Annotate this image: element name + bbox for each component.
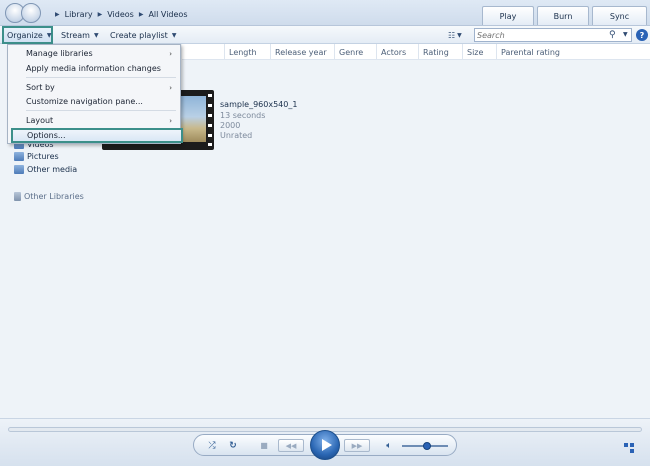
create-playlist-button[interactable]: Create playlist ▼ [107, 26, 179, 44]
sidebar-item-label: Other Libraries [24, 191, 84, 201]
breadcrumb-library[interactable]: Library [65, 10, 93, 19]
menu-item-layout[interactable]: Layout › [8, 114, 180, 127]
create-playlist-label: Create playlist [110, 30, 168, 40]
view-square [630, 449, 634, 453]
search-icon[interactable]: ⚲ [609, 30, 616, 40]
column-actors[interactable]: Actors [376, 44, 418, 60]
column-genre[interactable]: Genre [334, 44, 376, 60]
menu-item-sort-by[interactable]: Sort by › [8, 81, 180, 94]
tab-sync[interactable]: Sync [592, 6, 647, 25]
repeat-icon[interactable]: ↻ [227, 439, 239, 452]
volume-icon[interactable]: 🔈︎ [382, 439, 396, 452]
forward-button[interactable] [21, 3, 41, 23]
column-headers: Length Release year Genre Actors Rating … [182, 44, 650, 60]
column-release-year[interactable]: Release year [270, 44, 334, 60]
breadcrumb: ▶ Library ▶ Videos ▶ All Videos [55, 7, 188, 21]
sidebar-item-other-media[interactable]: Other media [14, 163, 77, 175]
menu-item-label: Sort by [26, 83, 55, 92]
film-sprocket [208, 143, 212, 146]
help-icon[interactable]: ? [636, 29, 648, 41]
player-controls-bar: ⤮ ↻ ■ ◀◀ ▶▶ 🔈︎ [0, 418, 650, 466]
other-media-icon [14, 164, 24, 174]
chevron-right-icon: ▶ [138, 10, 144, 18]
other-libraries-icon [14, 191, 21, 201]
column-parental-rating[interactable]: Parental rating [496, 44, 606, 60]
search-box[interactable]: ⚲ ▼ [474, 28, 632, 42]
menu-item-manage-libraries[interactable]: Manage libraries › [8, 47, 180, 60]
playback-controls: ⤮ ↻ ■ ◀◀ ▶▶ 🔈︎ [193, 430, 457, 460]
film-sprocket [208, 94, 212, 97]
media-year: 2000 [220, 121, 241, 130]
stream-label: Stream [61, 30, 90, 40]
previous-button[interactable]: ◀◀ [278, 439, 304, 452]
sidebar-item-pictures[interactable]: Pictures [14, 150, 59, 162]
caret-down-icon: ▼ [457, 31, 462, 39]
view-square [624, 443, 628, 447]
tab-play[interactable]: Play [482, 6, 534, 25]
menu-separator [26, 77, 176, 78]
menu-item-customize-nav-pane[interactable]: Customize navigation pane... [8, 95, 180, 108]
submenu-arrow-icon: › [169, 49, 172, 58]
caret-down-icon: ▼ [93, 31, 99, 39]
media-duration: 13 seconds [220, 111, 266, 120]
film-sprocket [208, 124, 212, 127]
menu-item-options[interactable]: Options... [11, 128, 183, 143]
picture-library-icon [14, 151, 24, 161]
volume-slider-thumb[interactable] [423, 442, 432, 450]
menu-item-apply-media-info[interactable]: Apply media information changes [8, 62, 180, 75]
stream-button[interactable]: Stream ▼ [58, 26, 102, 44]
play-button[interactable] [310, 430, 340, 460]
view-list-icon: ☷ [448, 30, 456, 40]
menu-item-label: Layout [26, 116, 54, 125]
switch-to-now-playing-icon[interactable] [624, 443, 636, 453]
breadcrumb-all-videos[interactable]: All Videos [148, 10, 187, 19]
search-input[interactable] [477, 29, 605, 41]
menu-item-label: Customize navigation pane... [26, 97, 143, 106]
view-options-button[interactable]: ☷ ▼ [448, 28, 470, 42]
play-icon [321, 439, 332, 451]
toolbar: Organize ▼ Stream ▼ Create playlist ▼ ☷ … [0, 26, 650, 44]
menu-item-label: Options... [27, 131, 66, 140]
menu-separator [26, 110, 176, 111]
menu-item-label: Manage libraries [26, 49, 93, 58]
film-sprocket [208, 114, 212, 117]
sidebar-item-label: Pictures [27, 151, 59, 161]
chevron-right-icon: ▶ [55, 10, 60, 18]
chevron-right-icon: ▶ [97, 10, 103, 18]
organize-menu: Manage libraries › Apply media informati… [7, 44, 183, 144]
stop-icon[interactable]: ■ [258, 439, 270, 452]
organize-button[interactable]: Organize ▼ [2, 26, 53, 44]
column-length[interactable]: Length [224, 44, 270, 60]
caret-down-icon[interactable]: ▼ [623, 31, 628, 38]
film-sprocket [208, 134, 212, 137]
column-rating[interactable]: Rating [418, 44, 462, 60]
column-size[interactable]: Size [462, 44, 496, 60]
view-square [630, 443, 634, 447]
sidebar-item-other-libraries[interactable]: Other Libraries [14, 190, 84, 202]
tab-burn[interactable]: Burn [537, 6, 589, 25]
caret-down-icon: ▼ [171, 31, 177, 39]
shuffle-icon[interactable]: ⤮ [206, 439, 218, 452]
breadcrumb-videos[interactable]: Videos [107, 10, 134, 19]
submenu-arrow-icon: › [169, 83, 172, 92]
caret-down-icon: ▼ [46, 31, 52, 39]
media-rating[interactable]: Unrated [220, 131, 252, 140]
media-title[interactable]: sample_960x540_1 [220, 100, 297, 109]
sidebar-item-label: Other media [27, 164, 78, 174]
organize-label: Organize [7, 30, 43, 40]
menu-item-label: Apply media information changes [26, 64, 161, 73]
next-button[interactable]: ▶▶ [344, 439, 370, 452]
submenu-arrow-icon: › [169, 116, 172, 125]
film-sprocket [208, 104, 212, 107]
title-bar: ▶ Library ▶ Videos ▶ All Videos Play Bur… [0, 0, 650, 26]
